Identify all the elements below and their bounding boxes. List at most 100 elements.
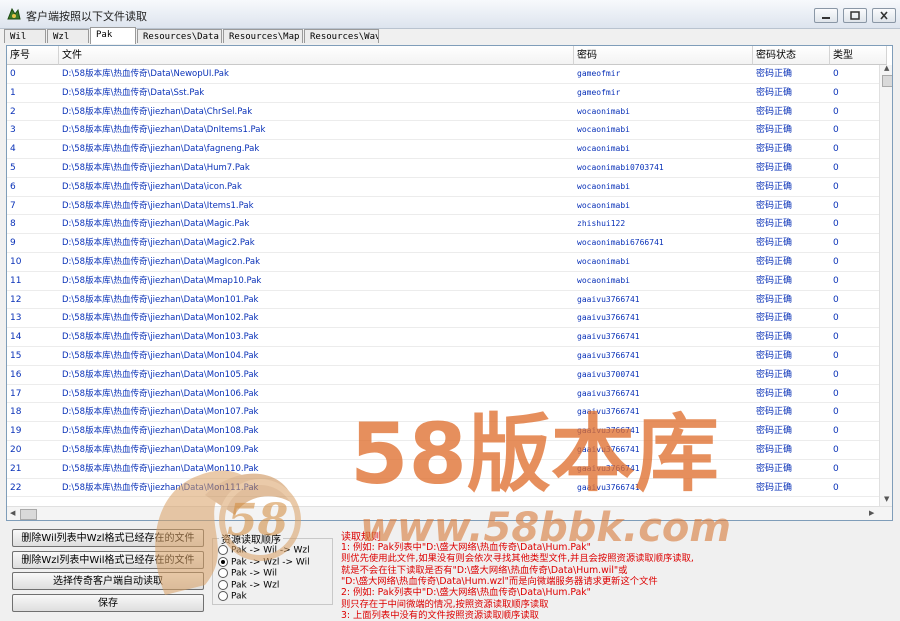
cell-password-status: 密码正确 (756, 426, 793, 437)
cell-type: 0 (833, 294, 839, 305)
window-title: 客户端按照以下文件读取 (26, 10, 147, 23)
table-row[interactable]: 14 D:\58版本库\热血传奇\jiezhan\Data\Mon103.Pak g… (7, 328, 879, 347)
table-row[interactable]: 20 D:\58版本库\热血传奇\jiezhan\Data\Mon109.Pak g… (7, 441, 879, 460)
cell-password: gaaivu3766741 (577, 388, 640, 398)
title-bar: 客户端按照以下文件读取 (0, 0, 900, 29)
cell-password: wocaonimabi (577, 125, 630, 135)
cell-file: D:\58版本库\热血传奇\jiezhan\Data\Mon106.Pak (62, 388, 259, 399)
cell-index: 16 (10, 369, 22, 380)
tab-resources-data[interactable]: Resources\Data (137, 29, 222, 43)
save-button[interactable]: 保存 (12, 594, 204, 612)
radio-button-icon[interactable] (218, 579, 228, 590)
table-row[interactable]: 0 D:\58版本库\热血传奇\Data\NewopUI.Pak gameofmir… (7, 65, 879, 84)
cell-file: D:\58版本库\热血传奇\jiezhan\Data\fagneng.Pak (62, 144, 260, 155)
table-row[interactable]: 6 D:\58版本库\热血传奇\jiezhan\Data\icon.Pak woca… (7, 178, 879, 197)
table-row[interactable]: 2 D:\58版本库\热血传奇\jiezhan\Data\ChrSel.Pak wo… (7, 103, 879, 122)
cell-password: wocaonimabi (577, 200, 630, 210)
tab-resources-wav[interactable]: Resources\Wav (304, 29, 379, 43)
read-order-option[interactable]: Pak -> Wzl (218, 579, 279, 592)
table-row[interactable]: 8 D:\58版本库\热血传奇\jiezhan\Data\Magic.Pak zhi… (7, 215, 879, 235)
cell-file: D:\58版本库\热血传奇\jiezhan\Data\Mon103.Pak (62, 332, 259, 343)
table-row[interactable]: 16 D:\58版本库\热血传奇\jiezhan\Data\Mon105.Pak g… (7, 366, 879, 385)
file-list-grid[interactable]: 序号 文件 密码 密码状态 类型 0 D:\58版本库\热血传奇\Data\New… (6, 45, 893, 521)
table-row[interactable]: 18 D:\58版本库\热血传奇\jiezhan\Data\Mon107.Pak g… (7, 403, 879, 423)
table-row[interactable]: 7 D:\58版本库\热血传奇\jiezhan\Data\Items1.Pak wo… (7, 197, 879, 216)
cell-file: D:\58版本库\热血传奇\jiezhan\Data\Mon110.Pak (62, 463, 259, 474)
horizontal-scroll-thumb[interactable] (20, 509, 37, 520)
cell-file: D:\58版本库\热血传奇\jiezhan\Data\icon.Pak (62, 181, 242, 192)
tab-resources-map[interactable]: Resources\Map (223, 29, 303, 43)
table-row[interactable]: 11 D:\58版本库\热血传奇\jiezhan\Data\Mmap10.Pak w… (7, 272, 879, 291)
cell-type: 0 (833, 426, 839, 437)
column-header-password-status[interactable]: 密码状态 (753, 46, 830, 65)
close-button[interactable] (872, 8, 896, 23)
cell-type: 0 (833, 162, 839, 173)
cell-index: 9 (10, 238, 16, 249)
delete-wzl-duplicates-button[interactable]: 删除Wzl列表中Wil格式已经存在的文件 (12, 551, 204, 569)
column-header-password[interactable]: 密码 (574, 46, 753, 65)
cell-file: D:\58版本库\热血传奇\jiezhan\Data\Mon101.Pak (62, 294, 259, 305)
vertical-scrollbar[interactable]: ▲ ▼ (879, 64, 892, 506)
minimize-button[interactable] (814, 8, 838, 23)
tab-strip: Wil Wzl Pak Resources\Data Resources\Map… (4, 27, 896, 45)
cell-password-status: 密码正确 (756, 219, 793, 230)
radio-button-icon[interactable] (218, 591, 228, 601)
cell-password-status: 密码正确 (756, 407, 793, 418)
scroll-up-arrow-icon[interactable]: ▲ (884, 64, 889, 72)
tab-wzl[interactable]: Wzl (47, 29, 89, 43)
column-header-file[interactable]: 文件 (59, 46, 574, 65)
cell-index: 2 (10, 106, 16, 117)
read-order-option[interactable]: Pak -> Wzl -> Wil (218, 556, 310, 569)
read-order-option[interactable]: Pak -> Wil (218, 568, 277, 580)
table-row[interactable]: 5 D:\58版本库\热血传奇\jiezhan\Data\Hum7.Pak woca… (7, 159, 879, 178)
table-row[interactable]: 10 D:\58版本库\热血传奇\jiezhan\Data\MagIcon.Pak… (7, 253, 879, 272)
column-header-index[interactable]: 序号 (7, 46, 59, 65)
table-row[interactable]: 17 D:\58版本库\热血传奇\jiezhan\Data\Mon106.Pak g… (7, 385, 879, 404)
grid-rows: 0 D:\58版本库\热血传奇\Data\NewopUI.Pak gameofmir… (7, 65, 879, 506)
delete-wil-duplicates-button[interactable]: 删除Wil列表中Wzl格式已经存在的文件 (12, 529, 204, 547)
cell-type: 0 (833, 369, 839, 380)
table-row[interactable]: 21 D:\58版本库\热血传奇\jiezhan\Data\Mon110.Pak g… (7, 460, 879, 479)
vertical-scroll-thumb[interactable] (882, 75, 892, 87)
scroll-right-arrow-icon[interactable]: ▶ (869, 509, 874, 517)
tab-pak[interactable]: Pak (90, 27, 136, 44)
table-row[interactable]: 13 D:\58版本库\热血传奇\jiezhan\Data\Mon102.Pak g… (7, 309, 879, 329)
app-icon (6, 6, 22, 22)
table-row[interactable]: 3 D:\58版本库\热血传奇\jiezhan\Data\DnItems1.Pak… (7, 121, 879, 141)
cell-password: gaaivu3766741 (577, 350, 640, 360)
table-row[interactable]: 15 D:\58版本库\热血传奇\jiezhan\Data\Mon104.Pak g… (7, 347, 879, 366)
table-row[interactable]: 12 D:\58版本库\热血传奇\jiezhan\Data\Mon101.Pak g… (7, 291, 879, 310)
cell-password: gaaivu3766741 (577, 313, 640, 323)
table-row[interactable]: 4 D:\58版本库\热血传奇\jiezhan\Data\fagneng.Pak w… (7, 140, 879, 159)
cell-index: 4 (10, 144, 16, 155)
column-header-type[interactable]: 类型 (830, 46, 887, 65)
table-row[interactable]: 22 D:\58版本库\热血传奇\jiezhan\Data\Mon111.Pak g… (7, 479, 879, 498)
read-order-option[interactable]: Pak -> Wil -> Wzl (218, 545, 310, 557)
cell-file: D:\58版本库\热血传奇\jiezhan\Data\Mon105.Pak (62, 369, 259, 380)
scroll-left-arrow-icon[interactable]: ◀ (10, 509, 15, 517)
table-row[interactable]: 19 D:\58版本库\热血传奇\jiezhan\Data\Mon108.Pak g… (7, 422, 879, 441)
cell-type: 0 (833, 463, 839, 474)
read-order-option[interactable]: Pak (218, 591, 247, 603)
horizontal-scrollbar[interactable]: ◀ ▶ (7, 506, 892, 520)
cell-file: D:\58版本库\热血传奇\jiezhan\Data\DnItems1.Pak (62, 125, 266, 136)
cell-type: 0 (833, 69, 839, 79)
scroll-down-arrow-icon[interactable]: ▼ (884, 495, 889, 503)
cell-index: 0 (10, 69, 16, 79)
cell-type: 0 (833, 181, 839, 192)
cell-type: 0 (833, 407, 839, 418)
cell-type: 0 (833, 332, 839, 343)
maximize-button[interactable] (843, 8, 867, 23)
cell-password: wocaonimabi (577, 256, 630, 266)
cell-password-status: 密码正确 (756, 388, 793, 399)
auto-read-client-button[interactable]: 选择传奇客户端自动读取 (12, 572, 204, 590)
cell-password-status: 密码正确 (756, 87, 793, 98)
radio-button-icon[interactable] (218, 556, 228, 567)
cell-index: 22 (10, 482, 22, 493)
table-row[interactable]: 9 D:\58版本库\热血传奇\jiezhan\Data\Magic2.Pak wo… (7, 234, 879, 253)
tab-wil[interactable]: Wil (4, 29, 46, 43)
radio-button-icon[interactable] (218, 568, 228, 578)
cell-password-status: 密码正确 (756, 144, 793, 155)
table-row[interactable]: 1 D:\58版本库\热血传奇\Data\Sst.Pak gameofmir 密码正确… (7, 84, 879, 103)
radio-button-icon[interactable] (218, 545, 228, 555)
